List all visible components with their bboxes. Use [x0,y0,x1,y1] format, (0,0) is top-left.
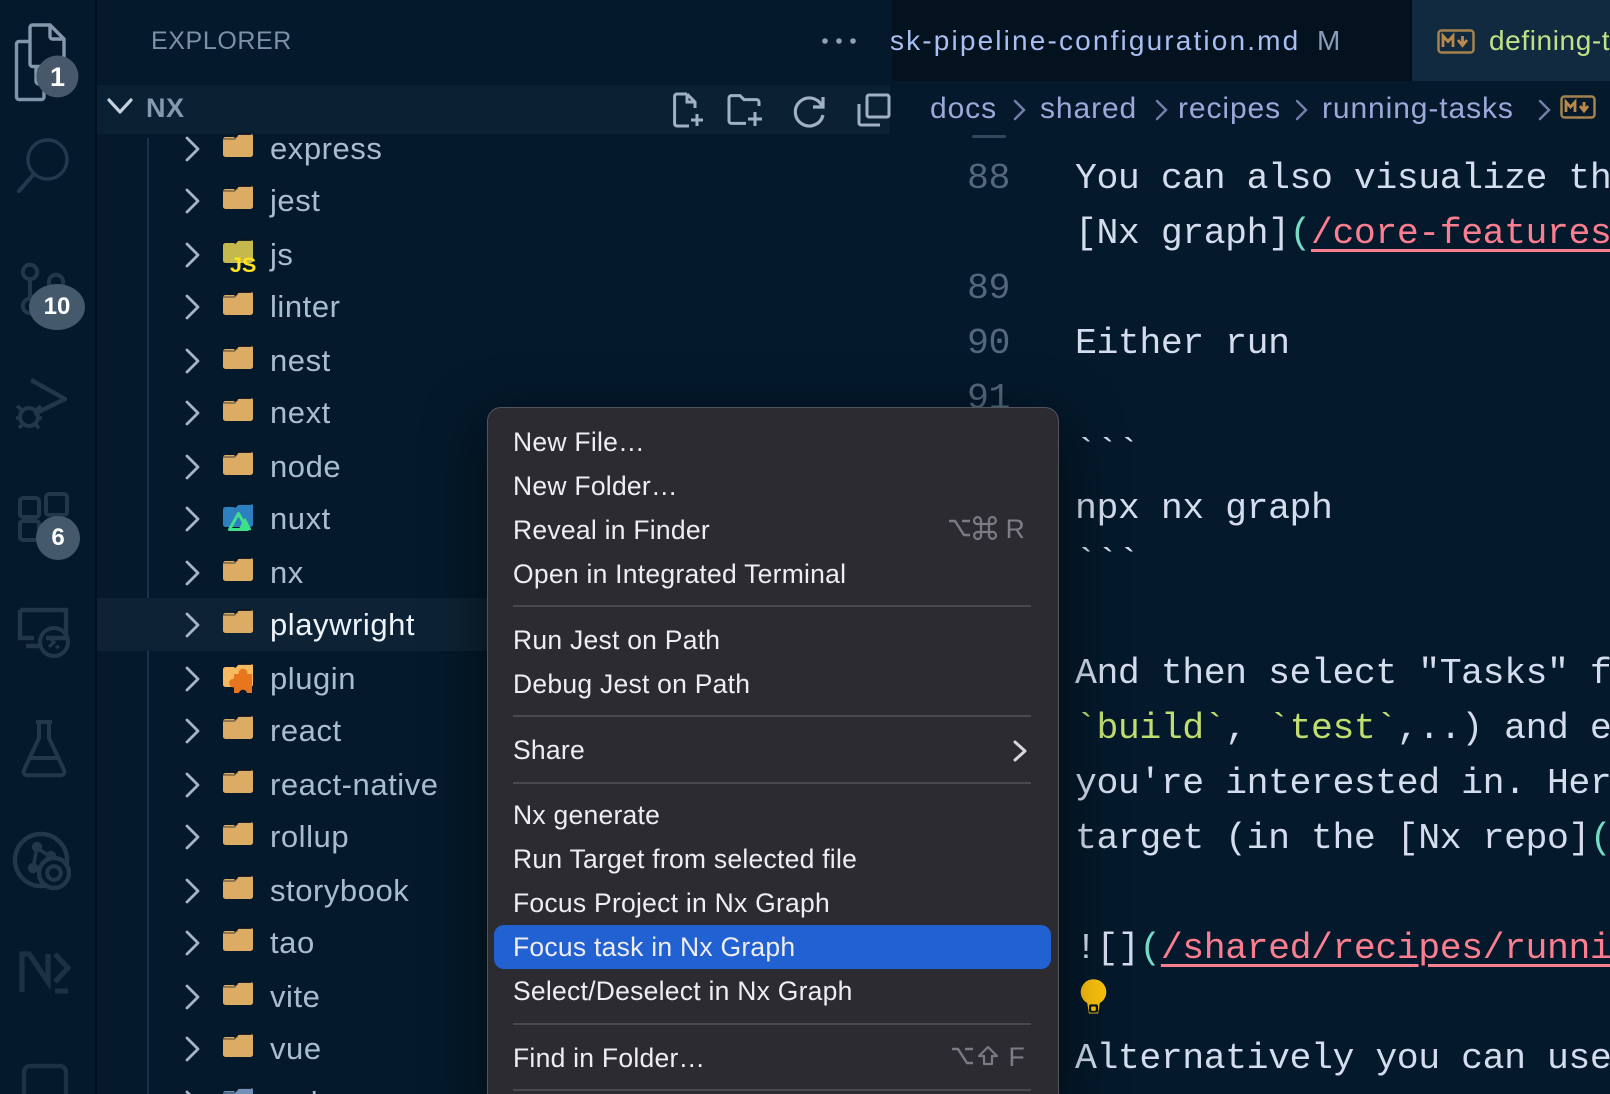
svg-text:1: 1 [50,62,65,92]
svg-text:JS: JS [230,253,256,277]
